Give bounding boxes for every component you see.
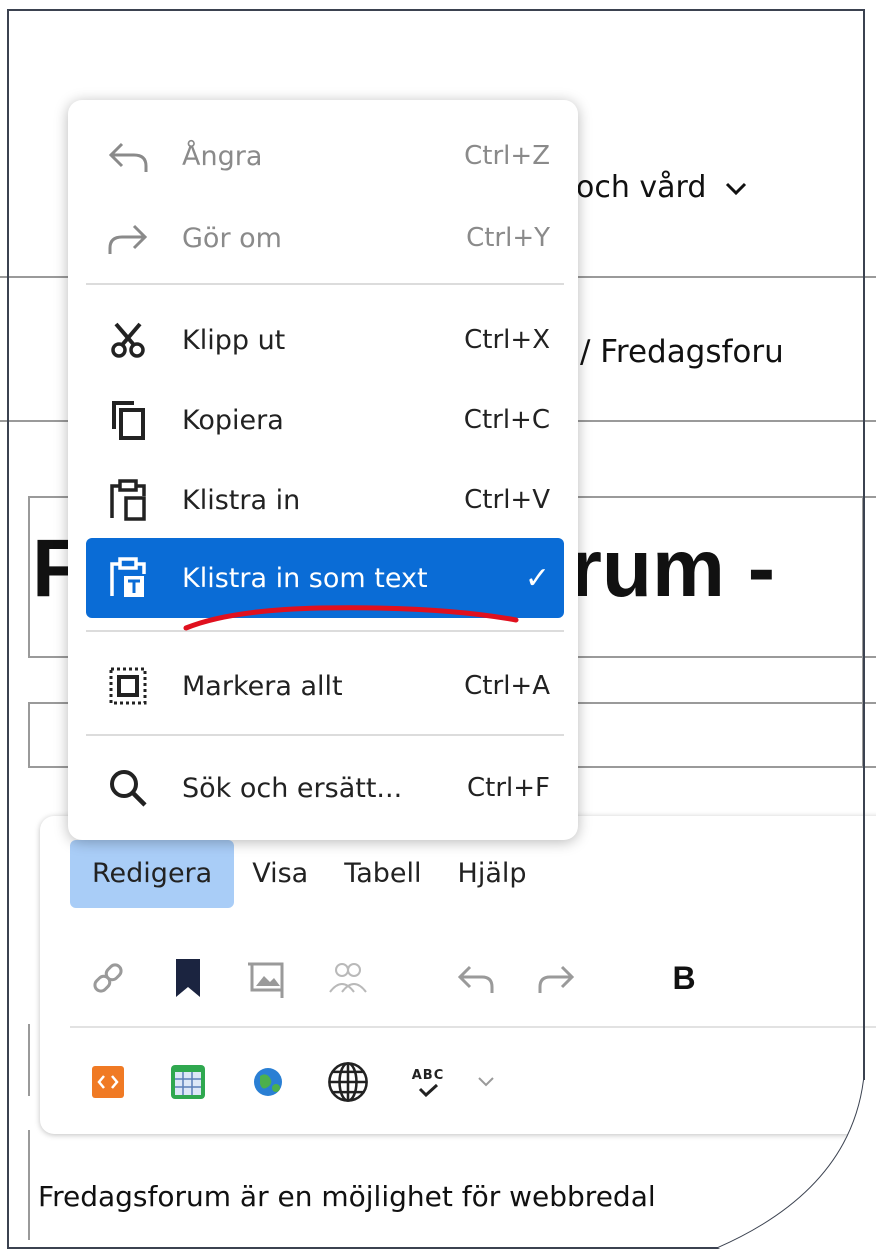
editor-toolbar-row-2: ABC xyxy=(86,1052,544,1112)
copy-icon xyxy=(96,399,160,441)
menu-item-label: Kopiera xyxy=(182,404,284,436)
menu-item-label: Gör om xyxy=(182,222,282,254)
menu-separator xyxy=(86,283,564,285)
search-icon xyxy=(96,768,160,808)
divider xyxy=(28,496,30,658)
menu-item-paste-as-text[interactable]: Klistra in som text ✓ xyxy=(86,538,564,618)
source-code-icon[interactable] xyxy=(86,1060,130,1104)
paste-text-icon xyxy=(96,556,160,600)
menu-redigera[interactable]: Redigera xyxy=(70,840,235,908)
language-globe-icon[interactable] xyxy=(326,1060,370,1104)
undo-icon[interactable] xyxy=(454,956,498,1000)
chevron-down-icon xyxy=(724,170,748,205)
menu-item-label: Ångra xyxy=(182,140,263,172)
menu-separator xyxy=(86,734,564,736)
bookmark-icon[interactable] xyxy=(166,956,210,1000)
bold-button[interactable]: B xyxy=(662,956,706,1000)
menu-item-find-replace[interactable]: Sök och ersätt... Ctrl+F xyxy=(86,748,564,828)
spellcheck-icon[interactable]: ABC xyxy=(406,1060,450,1104)
menu-item-redo[interactable]: Gör om Ctrl+Y xyxy=(86,198,564,278)
select-all-icon xyxy=(96,666,160,706)
screenshot-frame: och vård / Fredagsforu F rum - Fredagsfo… xyxy=(0,0,876,1254)
menu-item-label: Klistra in xyxy=(182,484,301,516)
menu-separator xyxy=(86,630,564,632)
menu-item-shortcut: Ctrl+F xyxy=(466,773,550,803)
menu-item-shortcut: Ctrl+A xyxy=(464,671,550,701)
web-link-icon[interactable] xyxy=(246,1060,290,1104)
menu-item-label: Klipp ut xyxy=(182,324,286,356)
menu-item-undo[interactable]: Ångra Ctrl+Z xyxy=(86,116,564,196)
scissors-icon xyxy=(96,320,160,360)
page-title: rum - xyxy=(570,523,775,614)
divider xyxy=(862,496,864,768)
menu-item-copy[interactable]: Kopiera Ctrl+C xyxy=(86,380,564,460)
redo-icon[interactable] xyxy=(534,956,578,1000)
nav-menu-item[interactable]: och vård xyxy=(576,170,748,205)
link-icon[interactable] xyxy=(86,956,130,1000)
chevron-down-icon[interactable] xyxy=(464,1060,508,1104)
nav-menu-label: och vård xyxy=(576,170,707,205)
image-icon[interactable] xyxy=(246,956,290,1000)
rich-text-editor: Redigera Visa Tabell Hjälp B ABC xyxy=(40,816,876,1134)
users-icon[interactable] xyxy=(326,956,370,1000)
menu-item-label: Klistra in som text xyxy=(182,562,428,594)
context-menu: Ångra Ctrl+Z Gör om Ctrl+Y Klipp ut Ctrl… xyxy=(68,100,578,840)
menu-hjalp[interactable]: Hjälp xyxy=(440,840,545,908)
divider xyxy=(28,1024,30,1096)
menu-item-shortcut: Ctrl+X xyxy=(464,325,550,355)
spellcheck-label: ABC xyxy=(411,1067,445,1083)
undo-icon xyxy=(96,138,160,174)
menu-item-shortcut: Ctrl+Z xyxy=(464,141,550,171)
divider xyxy=(28,1130,30,1240)
menu-item-shortcut: Ctrl+C xyxy=(463,405,550,435)
editor-toolbar-row-1: B xyxy=(86,948,742,1008)
body-text: Fredagsforum är en möjlighet för webbred… xyxy=(38,1180,656,1213)
divider xyxy=(28,702,30,768)
checkmark-icon: ✓ xyxy=(524,560,550,596)
editor-menubar: Redigera Visa Tabell Hjälp xyxy=(70,840,545,908)
menu-item-cut[interactable]: Klipp ut Ctrl+X xyxy=(86,300,564,380)
menu-item-shortcut: Ctrl+Y xyxy=(466,223,550,253)
menu-item-paste[interactable]: Klistra in Ctrl+V xyxy=(86,460,564,540)
menu-tabell[interactable]: Tabell xyxy=(326,840,439,908)
toolbar-divider xyxy=(70,1026,876,1028)
menu-item-shortcut: Ctrl+V xyxy=(464,485,550,515)
redo-icon xyxy=(96,220,160,256)
menu-item-label: Sök och ersätt... xyxy=(182,772,403,804)
breadcrumb: / Fredagsforu xyxy=(580,334,784,370)
paste-icon xyxy=(96,478,160,522)
menu-item-select-all[interactable]: Markera allt Ctrl+A xyxy=(86,646,564,726)
menu-item-label: Markera allt xyxy=(182,670,343,702)
table-icon[interactable] xyxy=(166,1060,210,1104)
menu-visa[interactable]: Visa xyxy=(234,840,326,908)
